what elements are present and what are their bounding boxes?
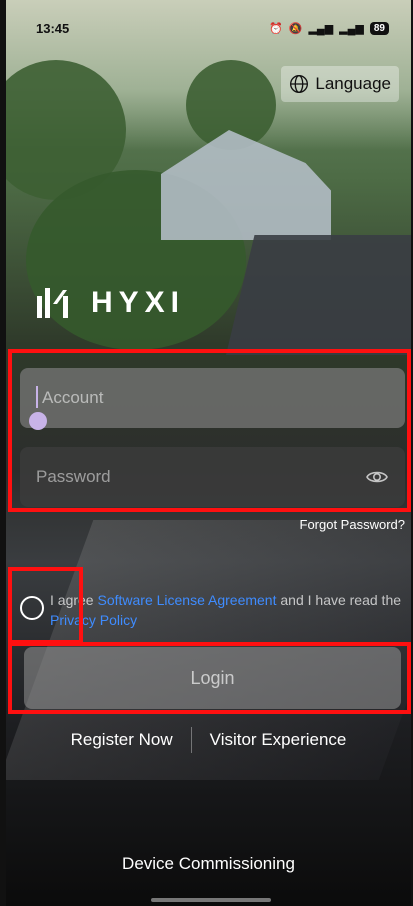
login-button[interactable]: Login (24, 647, 401, 709)
brand-name: HYXI (91, 286, 186, 319)
status-time: 13:45 (36, 20, 70, 36)
forgot-password-link[interactable]: Forgot Password? (300, 517, 406, 532)
battery-indicator: 89 (369, 21, 389, 35)
mute-icon: 🔕 (288, 22, 303, 35)
password-placeholder: Password (36, 467, 111, 486)
privacy-policy-link[interactable]: Privacy Policy (50, 612, 137, 628)
alarm-icon: ⏰ (269, 22, 283, 35)
app-screen: 13:45 ⏰ 🔕 ▂▄▆ ▂▄▆ 89 Language HYXI Accou… (6, 0, 411, 906)
account-input[interactable]: Account (20, 368, 405, 430)
text-cursor (36, 386, 38, 408)
hyxi-logo-icon (37, 288, 68, 318)
account-placeholder: Account (42, 388, 104, 407)
globe-icon (290, 75, 309, 93)
agreement-row: I agree Software License Agreement and I… (20, 590, 405, 630)
language-button[interactable]: Language (281, 66, 399, 102)
brand-logo: HYXI (33, 282, 185, 324)
device-commissioning-link[interactable]: Device Commissioning (6, 854, 411, 874)
language-label: Language (315, 74, 391, 93)
visitor-experience-link[interactable]: Visitor Experience (210, 730, 347, 750)
cursor-handle[interactable] (29, 412, 47, 430)
agree-checkbox[interactable] (20, 596, 44, 620)
password-input[interactable]: Password (20, 447, 405, 507)
link-divider (190, 727, 192, 753)
eye-icon[interactable] (365, 465, 389, 489)
signal-icon-2: ▂▄▆ (339, 22, 364, 35)
license-agreement-link[interactable]: Software License Agreement (97, 592, 276, 608)
signal-icon: ▂▄▆ (308, 22, 334, 35)
status-icons: ⏰ 🔕 ▂▄▆ ▂▄▆ 89 (269, 21, 389, 35)
home-indicator (151, 898, 271, 902)
register-now-link[interactable]: Register Now (71, 730, 173, 750)
secondary-links: Register Now Visitor Experience (6, 725, 411, 755)
status-bar: 13:45 ⏰ 🔕 ▂▄▆ ▂▄▆ 89 (6, 0, 411, 56)
agreement-text: I agree Software License Agreement and I… (50, 592, 402, 628)
